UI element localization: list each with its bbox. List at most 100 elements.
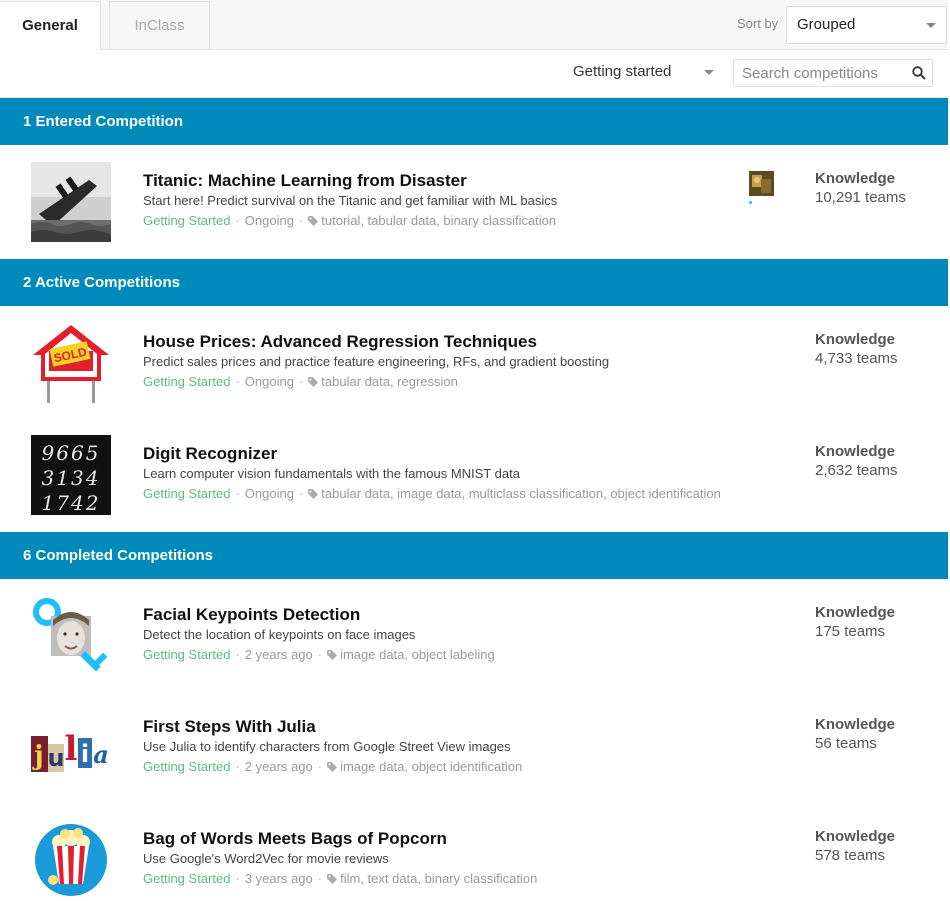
separator: ·	[235, 759, 240, 774]
separator: ·	[298, 213, 304, 228]
competition-description: Use Julia to identify characters from Go…	[143, 739, 511, 754]
status-text: Ongoing	[244, 486, 294, 501]
reward-label: Knowledge	[815, 170, 896, 187]
category-dropdown[interactable]: Getting started	[573, 63, 715, 85]
filter-bar: Getting started	[0, 50, 948, 98]
competition-row[interactable]: j u l i a First Steps With Julia Use Jul…	[0, 691, 948, 803]
reward-label: Knowledge	[815, 443, 896, 460]
competition-description: Start here! Predict survival on the Tita…	[143, 193, 558, 208]
separator: ·	[317, 647, 323, 662]
tag-icon	[308, 377, 319, 387]
tag-icon	[308, 216, 319, 226]
competition-row[interactable]: Titanic: Machine Learning from Disaster …	[0, 145, 948, 257]
julia-letter: i	[81, 740, 89, 768]
competition-row[interactable]: SOLD House Prices: Advanced Regression T…	[0, 306, 948, 418]
mnist-row: 9665	[42, 441, 101, 465]
competition-meta: Getting Started · Ongoing · tabular data, re…	[143, 374, 458, 389]
section-header-entered: 1 Entered Competition	[0, 98, 948, 145]
competition-description: Learn computer vision fundamentals with …	[143, 466, 520, 481]
search-input[interactable]	[734, 60, 904, 86]
tag-icon	[327, 762, 338, 772]
face-keypoints-icon	[31, 596, 111, 676]
search-icon[interactable]	[912, 66, 926, 80]
teams-count[interactable]: 56 teams	[815, 735, 877, 752]
tab-general[interactable]: General	[0, 1, 101, 51]
tags-text[interactable]: film, text data, binary classification	[340, 871, 537, 886]
competition-meta: Getting Started · 2 years ago · image data, …	[143, 647, 495, 662]
sold-house-icon: SOLD	[31, 323, 111, 403]
reward-label: Knowledge	[815, 331, 896, 348]
teams-count[interactable]: 10,291 teams	[815, 189, 906, 206]
teams-count[interactable]: 2,632 teams	[815, 462, 898, 479]
competition-title[interactable]: House Prices: Advanced Regression Techni…	[143, 332, 537, 352]
competition-title[interactable]: Titanic: Machine Learning from Disaster	[143, 171, 467, 191]
julia-letters-icon: j u l i a	[31, 708, 111, 788]
competition-meta: Getting Started · Ongoing · tabular data, im…	[143, 486, 721, 501]
teams-count[interactable]: 175 teams	[815, 623, 885, 640]
tag-icon	[327, 874, 338, 884]
sort-by-label: Sort by	[737, 16, 779, 31]
status-text: 2 years ago	[244, 647, 313, 662]
separator: ·	[235, 647, 240, 662]
tags-text[interactable]: image data, object labeling	[340, 647, 495, 662]
category-label[interactable]: Getting Started	[143, 374, 230, 389]
competition-row[interactable]: Bag of Words Meets Bags of Popcorn Use G…	[0, 803, 948, 901]
competition-title[interactable]: First Steps With Julia	[143, 717, 316, 737]
status-text: 3 years ago	[244, 871, 313, 886]
chevron-down-icon	[926, 23, 936, 28]
competition-row[interactable]: 9665 3134 1742 Digit Recognizer Learn co…	[0, 418, 948, 530]
julia-letter: u	[47, 744, 64, 772]
sort-dropdown[interactable]: Grouped	[786, 6, 947, 44]
reward-label: Knowledge	[815, 828, 896, 845]
tags-text[interactable]: tabular data, regression	[321, 374, 458, 389]
separator: ·	[235, 486, 240, 501]
chevron-down-icon	[704, 70, 714, 75]
separator: ·	[235, 871, 240, 886]
tag-icon	[327, 650, 338, 660]
competition-description: Predict sales prices and practice featur…	[143, 354, 610, 369]
status-text: Ongoing	[244, 374, 294, 389]
category-label[interactable]: Getting Started	[143, 871, 230, 886]
julia-letter: l	[65, 729, 78, 769]
teams-count[interactable]: 4,733 teams	[815, 350, 898, 367]
separator: ·	[235, 374, 240, 389]
top-tab-bar: General InClass Sort by Grouped	[0, 0, 948, 51]
competition-title[interactable]: Digit Recognizer	[143, 444, 277, 464]
competition-title[interactable]: Bag of Words Meets Bags of Popcorn	[143, 829, 447, 849]
competition-meta: Getting Started · Ongoing · tutorial, tabula…	[143, 213, 556, 228]
sort-dropdown-value: Grouped	[797, 16, 856, 33]
mnist-digits-icon: 9665 3134 1742	[31, 435, 111, 515]
tags-text[interactable]: image data, object identification	[340, 759, 522, 774]
category-dropdown-value: Getting started	[573, 63, 672, 80]
reward-label: Knowledge	[815, 716, 896, 733]
competition-title[interactable]: Facial Keypoints Detection	[143, 605, 360, 625]
tag-icon	[308, 489, 319, 499]
category-label[interactable]: Getting Started	[143, 759, 230, 774]
team-avatar[interactable]	[749, 171, 774, 196]
competition-description: Detect the location of keypoints on face…	[143, 627, 416, 642]
teams-count[interactable]: 578 teams	[815, 847, 885, 864]
competition-description: Use Google's Word2Vec for movie reviews	[143, 851, 389, 866]
competition-row[interactable]: Facial Keypoints Detection Detect the lo…	[0, 579, 948, 691]
titanic-ship-icon	[31, 162, 111, 242]
category-label[interactable]: Getting Started	[143, 213, 230, 228]
status-text: Ongoing	[244, 213, 294, 228]
julia-letter: j	[32, 741, 43, 771]
mnist-row: 1742	[42, 491, 101, 515]
competition-meta: Getting Started · 2 years ago · image data, …	[143, 759, 522, 774]
separator: ·	[317, 759, 323, 774]
tags-text[interactable]: tutorial, tabular data, binary classific…	[321, 213, 556, 228]
tags-text[interactable]: tabular data, image data, multiclass cla…	[321, 486, 721, 501]
mnist-row: 3134	[42, 466, 101, 490]
search-box	[733, 59, 933, 87]
separator: ·	[298, 374, 304, 389]
separator: ·	[317, 871, 323, 886]
tab-inclass[interactable]: InClass	[109, 1, 210, 50]
separator: ·	[235, 213, 240, 228]
section-header-active: 2 Active Competitions	[0, 259, 948, 306]
category-label[interactable]: Getting Started	[143, 486, 230, 501]
team-status-dot	[749, 201, 752, 204]
separator: ·	[298, 486, 304, 501]
category-label[interactable]: Getting Started	[143, 647, 230, 662]
competition-meta: Getting Started · 3 years ago · film, text d…	[143, 871, 537, 886]
